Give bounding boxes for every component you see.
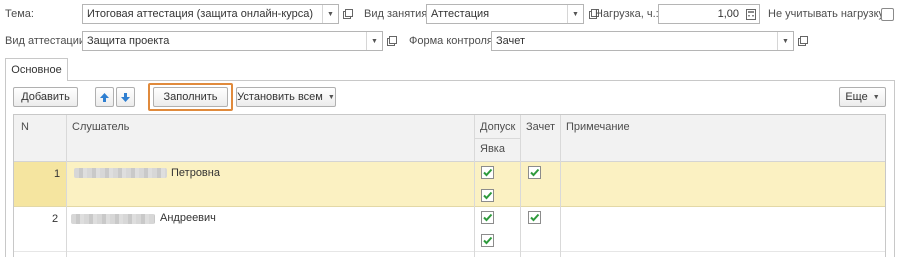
yavka-checkbox[interactable] bbox=[481, 189, 494, 202]
arrow-down-icon bbox=[121, 92, 130, 102]
header-subdivider bbox=[474, 138, 520, 139]
listener-name: Андреевич bbox=[160, 212, 216, 224]
row-number: 1 bbox=[54, 168, 61, 180]
nagruzka-field[interactable]: 1,00 bbox=[658, 4, 760, 24]
tema-value: Итоговая аттестация (защита онлайн-курса… bbox=[87, 8, 314, 20]
blurred-name bbox=[74, 168, 167, 178]
chevron-down-icon[interactable]: ▼ bbox=[777, 32, 793, 50]
blurred-name bbox=[71, 214, 155, 224]
tema-field[interactable]: Итоговая аттестация (защита онлайн-курса… bbox=[82, 4, 339, 24]
check-icon bbox=[530, 213, 540, 222]
open-forma-kontrolya-button[interactable] bbox=[795, 31, 811, 51]
fill-button[interactable]: Заполнить bbox=[153, 87, 228, 107]
more-label: Еще bbox=[845, 91, 868, 103]
zachet-checkbox[interactable] bbox=[528, 211, 541, 224]
check-icon bbox=[483, 236, 493, 245]
listener-name: Петровна bbox=[171, 167, 220, 179]
vid-zanyatiya-value: Аттестация bbox=[431, 8, 490, 20]
table-row[interactable]: 2 Андреевич bbox=[14, 207, 885, 252]
col-n[interactable]: N bbox=[21, 121, 29, 133]
ne-uchityvat-checkbox[interactable] bbox=[881, 8, 894, 21]
table-header: N Слушатель Допуск Явка Зачет Примечание bbox=[14, 115, 885, 162]
arrow-up-icon bbox=[100, 92, 109, 102]
nagruzka-value: 1,00 bbox=[717, 8, 739, 20]
col-separator bbox=[560, 115, 561, 257]
col-separator bbox=[66, 115, 67, 257]
set-all-button[interactable]: Установить всем ▼ bbox=[236, 87, 336, 107]
table-row[interactable]: 1 Петровна bbox=[14, 162, 885, 207]
vid-zanyatiya-label: Вид занятия: bbox=[364, 8, 431, 20]
open-icon bbox=[343, 9, 353, 19]
col-separator bbox=[474, 115, 475, 257]
row-number: 2 bbox=[52, 213, 59, 225]
tab-osnovnoe[interactable]: Основное bbox=[5, 58, 68, 81]
ne-uchityvat-label: Не учитывать нагрузку: bbox=[768, 8, 888, 20]
more-button[interactable]: Еще ▼ bbox=[839, 87, 886, 107]
col-note[interactable]: Примечание bbox=[566, 121, 630, 133]
vid-zanyatiya-field[interactable]: Аттестация ▼ bbox=[426, 4, 584, 24]
dopusk-checkbox[interactable] bbox=[481, 211, 494, 224]
panel-border-left bbox=[5, 80, 6, 257]
open-icon bbox=[387, 36, 397, 46]
move-down-button[interactable] bbox=[116, 87, 135, 107]
col-zachet[interactable]: Зачет bbox=[526, 121, 555, 133]
open-icon bbox=[798, 36, 808, 46]
chevron-down-icon: ▼ bbox=[327, 93, 335, 101]
move-up-button[interactable] bbox=[95, 87, 114, 107]
open-vid-attestacii-button[interactable] bbox=[384, 31, 400, 51]
check-icon bbox=[483, 168, 493, 177]
chevron-down-icon[interactable]: ▼ bbox=[567, 5, 583, 23]
chevron-down-icon: ▼ bbox=[872, 93, 880, 101]
panel-border-right bbox=[894, 80, 895, 257]
tab-divider bbox=[68, 80, 895, 81]
check-icon bbox=[483, 213, 493, 222]
forma-kontrolya-label: Форма контроля: bbox=[409, 35, 496, 47]
col-dopusk[interactable]: Допуск bbox=[480, 121, 515, 133]
vid-attestacii-label: Вид аттестации: bbox=[5, 35, 89, 47]
listeners-table[interactable]: N Слушатель Допуск Явка Зачет Примечание… bbox=[13, 114, 886, 257]
yavka-checkbox[interactable] bbox=[481, 234, 494, 247]
check-icon bbox=[530, 168, 540, 177]
add-button[interactable]: Добавить bbox=[13, 87, 78, 107]
zachet-checkbox[interactable] bbox=[528, 166, 541, 179]
dopusk-checkbox[interactable] bbox=[481, 166, 494, 179]
chevron-down-icon[interactable]: ▼ bbox=[366, 32, 382, 50]
nagruzka-label: Нагрузка, ч.: bbox=[595, 8, 659, 20]
vid-attestacii-value: Защита проекта bbox=[87, 35, 170, 47]
forma-kontrolya-field[interactable]: Зачет ▼ bbox=[491, 31, 794, 51]
col-yavka[interactable]: Явка bbox=[480, 143, 505, 155]
set-all-label: Установить всем bbox=[237, 91, 323, 103]
open-tema-button[interactable] bbox=[340, 4, 356, 24]
col-listener[interactable]: Слушатель bbox=[72, 121, 129, 133]
vid-attestacii-field[interactable]: Защита проекта ▼ bbox=[82, 31, 383, 51]
calculator-icon[interactable] bbox=[743, 5, 759, 23]
check-icon bbox=[483, 191, 493, 200]
forma-kontrolya-value: Зачет bbox=[496, 35, 526, 47]
col-separator bbox=[520, 115, 521, 257]
tema-label: Тема: bbox=[5, 8, 34, 20]
chevron-down-icon[interactable]: ▼ bbox=[322, 5, 338, 23]
